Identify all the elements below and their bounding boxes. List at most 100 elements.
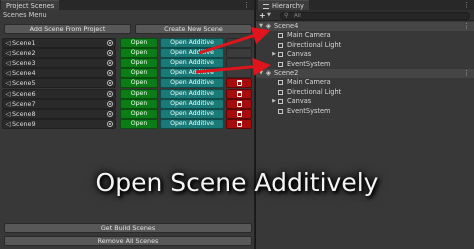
- trash-icon: [237, 80, 242, 87]
- scene-name: Scene6: [12, 89, 36, 98]
- scene-name: Scene7: [12, 99, 36, 108]
- scene-name: Scene5: [12, 79, 36, 88]
- open-additive-button[interactable]: Open Additive: [160, 48, 224, 59]
- chevron-down-icon[interactable]: ▼: [267, 10, 271, 21]
- scene-row: ◁ Scene1 Open Open Additive: [2, 38, 252, 48]
- remove-scene-button[interactable]: [226, 98, 252, 109]
- open-scene-button[interactable]: Open: [120, 88, 158, 99]
- chevron-right-icon[interactable]: ▶: [271, 50, 277, 59]
- left-tab-bar: Project Scenes ⋮: [0, 0, 254, 10]
- scene-asset-icon: ◁: [5, 59, 11, 68]
- chevron-down-icon[interactable]: ▼: [258, 69, 264, 78]
- hierarchy-item[interactable]: Main Camera: [256, 31, 474, 40]
- scene-row: ◁ Scene4 Open Open Additive: [2, 68, 252, 79]
- scene-object-field[interactable]: ◁ Scene4: [2, 68, 116, 79]
- object-picker-icon[interactable]: [107, 50, 113, 57]
- scenes-menu-title: Scenes Menu: [3, 11, 47, 19]
- scene-asset-icon: ◁: [5, 89, 11, 98]
- scene-row: ◁ Scene3 Open Open Additive: [2, 58, 252, 69]
- object-picker-icon[interactable]: [107, 80, 113, 87]
- open-additive-button[interactable]: Open Additive: [160, 98, 224, 109]
- feature-banner: Open Scene Additively: [95, 168, 379, 197]
- scene-asset-icon: ◁: [5, 79, 11, 88]
- kebab-icon[interactable]: ⋮: [243, 0, 250, 10]
- search-placeholder: All: [294, 13, 301, 19]
- scene-name: Scene8: [12, 109, 36, 118]
- get-build-scenes-button[interactable]: Get Build Scenes: [4, 223, 252, 233]
- right-tab-bar: Hierarchy ⋮: [256, 0, 474, 10]
- hierarchy-item[interactable]: EventSystem: [256, 60, 474, 69]
- object-picker-icon[interactable]: [107, 110, 113, 117]
- trash-icon: [237, 90, 242, 97]
- scene-object-field[interactable]: ◁ Scene8: [2, 108, 116, 119]
- open-additive-button[interactable]: Open Additive: [160, 88, 224, 99]
- kebab-icon[interactable]: ⋮: [463, 0, 470, 10]
- object-picker-icon[interactable]: [107, 40, 113, 46]
- open-additive-button[interactable]: Open Additive: [160, 68, 224, 79]
- open-additive-button[interactable]: Open Additive: [160, 108, 224, 119]
- scene-row: ◁ Scene2 Open Open Additive: [2, 48, 252, 59]
- scene-object-field[interactable]: ◁ Scene2: [2, 48, 116, 59]
- add-icon[interactable]: +: [259, 10, 266, 21]
- chevron-right-icon[interactable]: ▶: [271, 97, 277, 106]
- add-scene-from-project-button[interactable]: Add Scene From Project: [4, 24, 131, 34]
- object-picker-icon[interactable]: [107, 120, 113, 127]
- gameobject-icon: [278, 80, 283, 86]
- remove-scene-button[interactable]: [226, 48, 252, 59]
- scene-object-field[interactable]: ◁ Scene3: [2, 58, 116, 69]
- chevron-down-icon[interactable]: ▼: [258, 22, 264, 31]
- gameobject-name: Canvas: [287, 97, 312, 106]
- gameobject-name: EventSystem: [287, 59, 331, 68]
- hierarchy-scene-header[interactable]: ▼ ◈ Scene2 ⋮: [256, 69, 474, 78]
- scene-object-field[interactable]: ◁ Scene5: [2, 78, 116, 89]
- remove-scene-button[interactable]: [226, 88, 252, 99]
- scene-name: Scene3: [12, 59, 36, 68]
- open-scene-button[interactable]: Open: [120, 68, 158, 79]
- scene-object-field[interactable]: ◁ Scene6: [2, 88, 116, 99]
- kebab-icon[interactable]: ⋮: [463, 69, 470, 78]
- remove-scene-button[interactable]: [226, 68, 252, 79]
- remove-scene-button[interactable]: [226, 118, 252, 129]
- open-additive-button[interactable]: Open Additive: [160, 38, 224, 48]
- object-picker-icon[interactable]: [107, 70, 113, 77]
- open-additive-button[interactable]: Open Additive: [160, 118, 224, 129]
- scene-object-field[interactable]: ◁ Scene1: [2, 38, 116, 48]
- gameobject-name: Main Camera: [287, 31, 331, 40]
- hierarchy-item[interactable]: ▶ Canvas: [256, 50, 474, 59]
- open-additive-button[interactable]: Open Additive: [160, 58, 224, 69]
- open-scene-button[interactable]: Open: [120, 58, 158, 69]
- remove-scene-button[interactable]: [226, 38, 252, 48]
- scene-object-field[interactable]: ◁ Scene9: [2, 118, 116, 129]
- open-scene-button[interactable]: Open: [120, 78, 158, 89]
- hierarchy-scene-header[interactable]: ▼ ◈ Scene4 ⋮: [256, 22, 474, 31]
- kebab-icon[interactable]: ⋮: [463, 22, 470, 31]
- gameobject-icon: [278, 42, 283, 48]
- hierarchy-item[interactable]: Directional Light: [256, 88, 474, 97]
- hierarchy-item[interactable]: EventSystem: [256, 107, 474, 116]
- tab-hierarchy[interactable]: Hierarchy: [258, 0, 309, 10]
- scene-object-field[interactable]: ◁ Scene7: [2, 98, 116, 109]
- hierarchy-item[interactable]: Directional Light: [256, 41, 474, 50]
- open-scene-button[interactable]: Open: [120, 118, 158, 129]
- object-picker-icon[interactable]: [107, 100, 113, 107]
- object-picker-icon[interactable]: [107, 90, 113, 97]
- open-scene-button[interactable]: Open: [120, 48, 158, 59]
- search-input[interactable]: ⚲ All: [280, 12, 470, 20]
- remove-scene-button[interactable]: [226, 108, 252, 119]
- scene-asset-icon: ◁: [5, 49, 11, 58]
- scene-name: Scene9: [12, 119, 36, 128]
- tab-project-scenes[interactable]: Project Scenes: [1, 0, 60, 10]
- hierarchy-item[interactable]: Main Camera: [256, 78, 474, 87]
- open-additive-button[interactable]: Open Additive: [160, 78, 224, 89]
- gameobject-icon: [278, 89, 283, 95]
- hierarchy-item[interactable]: ▶ Canvas: [256, 97, 474, 106]
- object-picker-icon[interactable]: [107, 60, 113, 67]
- remove-scene-button[interactable]: [226, 78, 252, 89]
- open-scene-button[interactable]: Open: [120, 38, 158, 48]
- remove-all-scenes-button[interactable]: Remove All Scenes: [4, 236, 252, 246]
- remove-scene-button[interactable]: [226, 58, 252, 69]
- open-scene-button[interactable]: Open: [120, 108, 158, 119]
- create-new-scene-button[interactable]: Create New Scene: [135, 24, 252, 34]
- gameobject-name: Canvas: [287, 50, 312, 59]
- open-scene-button[interactable]: Open: [120, 98, 158, 109]
